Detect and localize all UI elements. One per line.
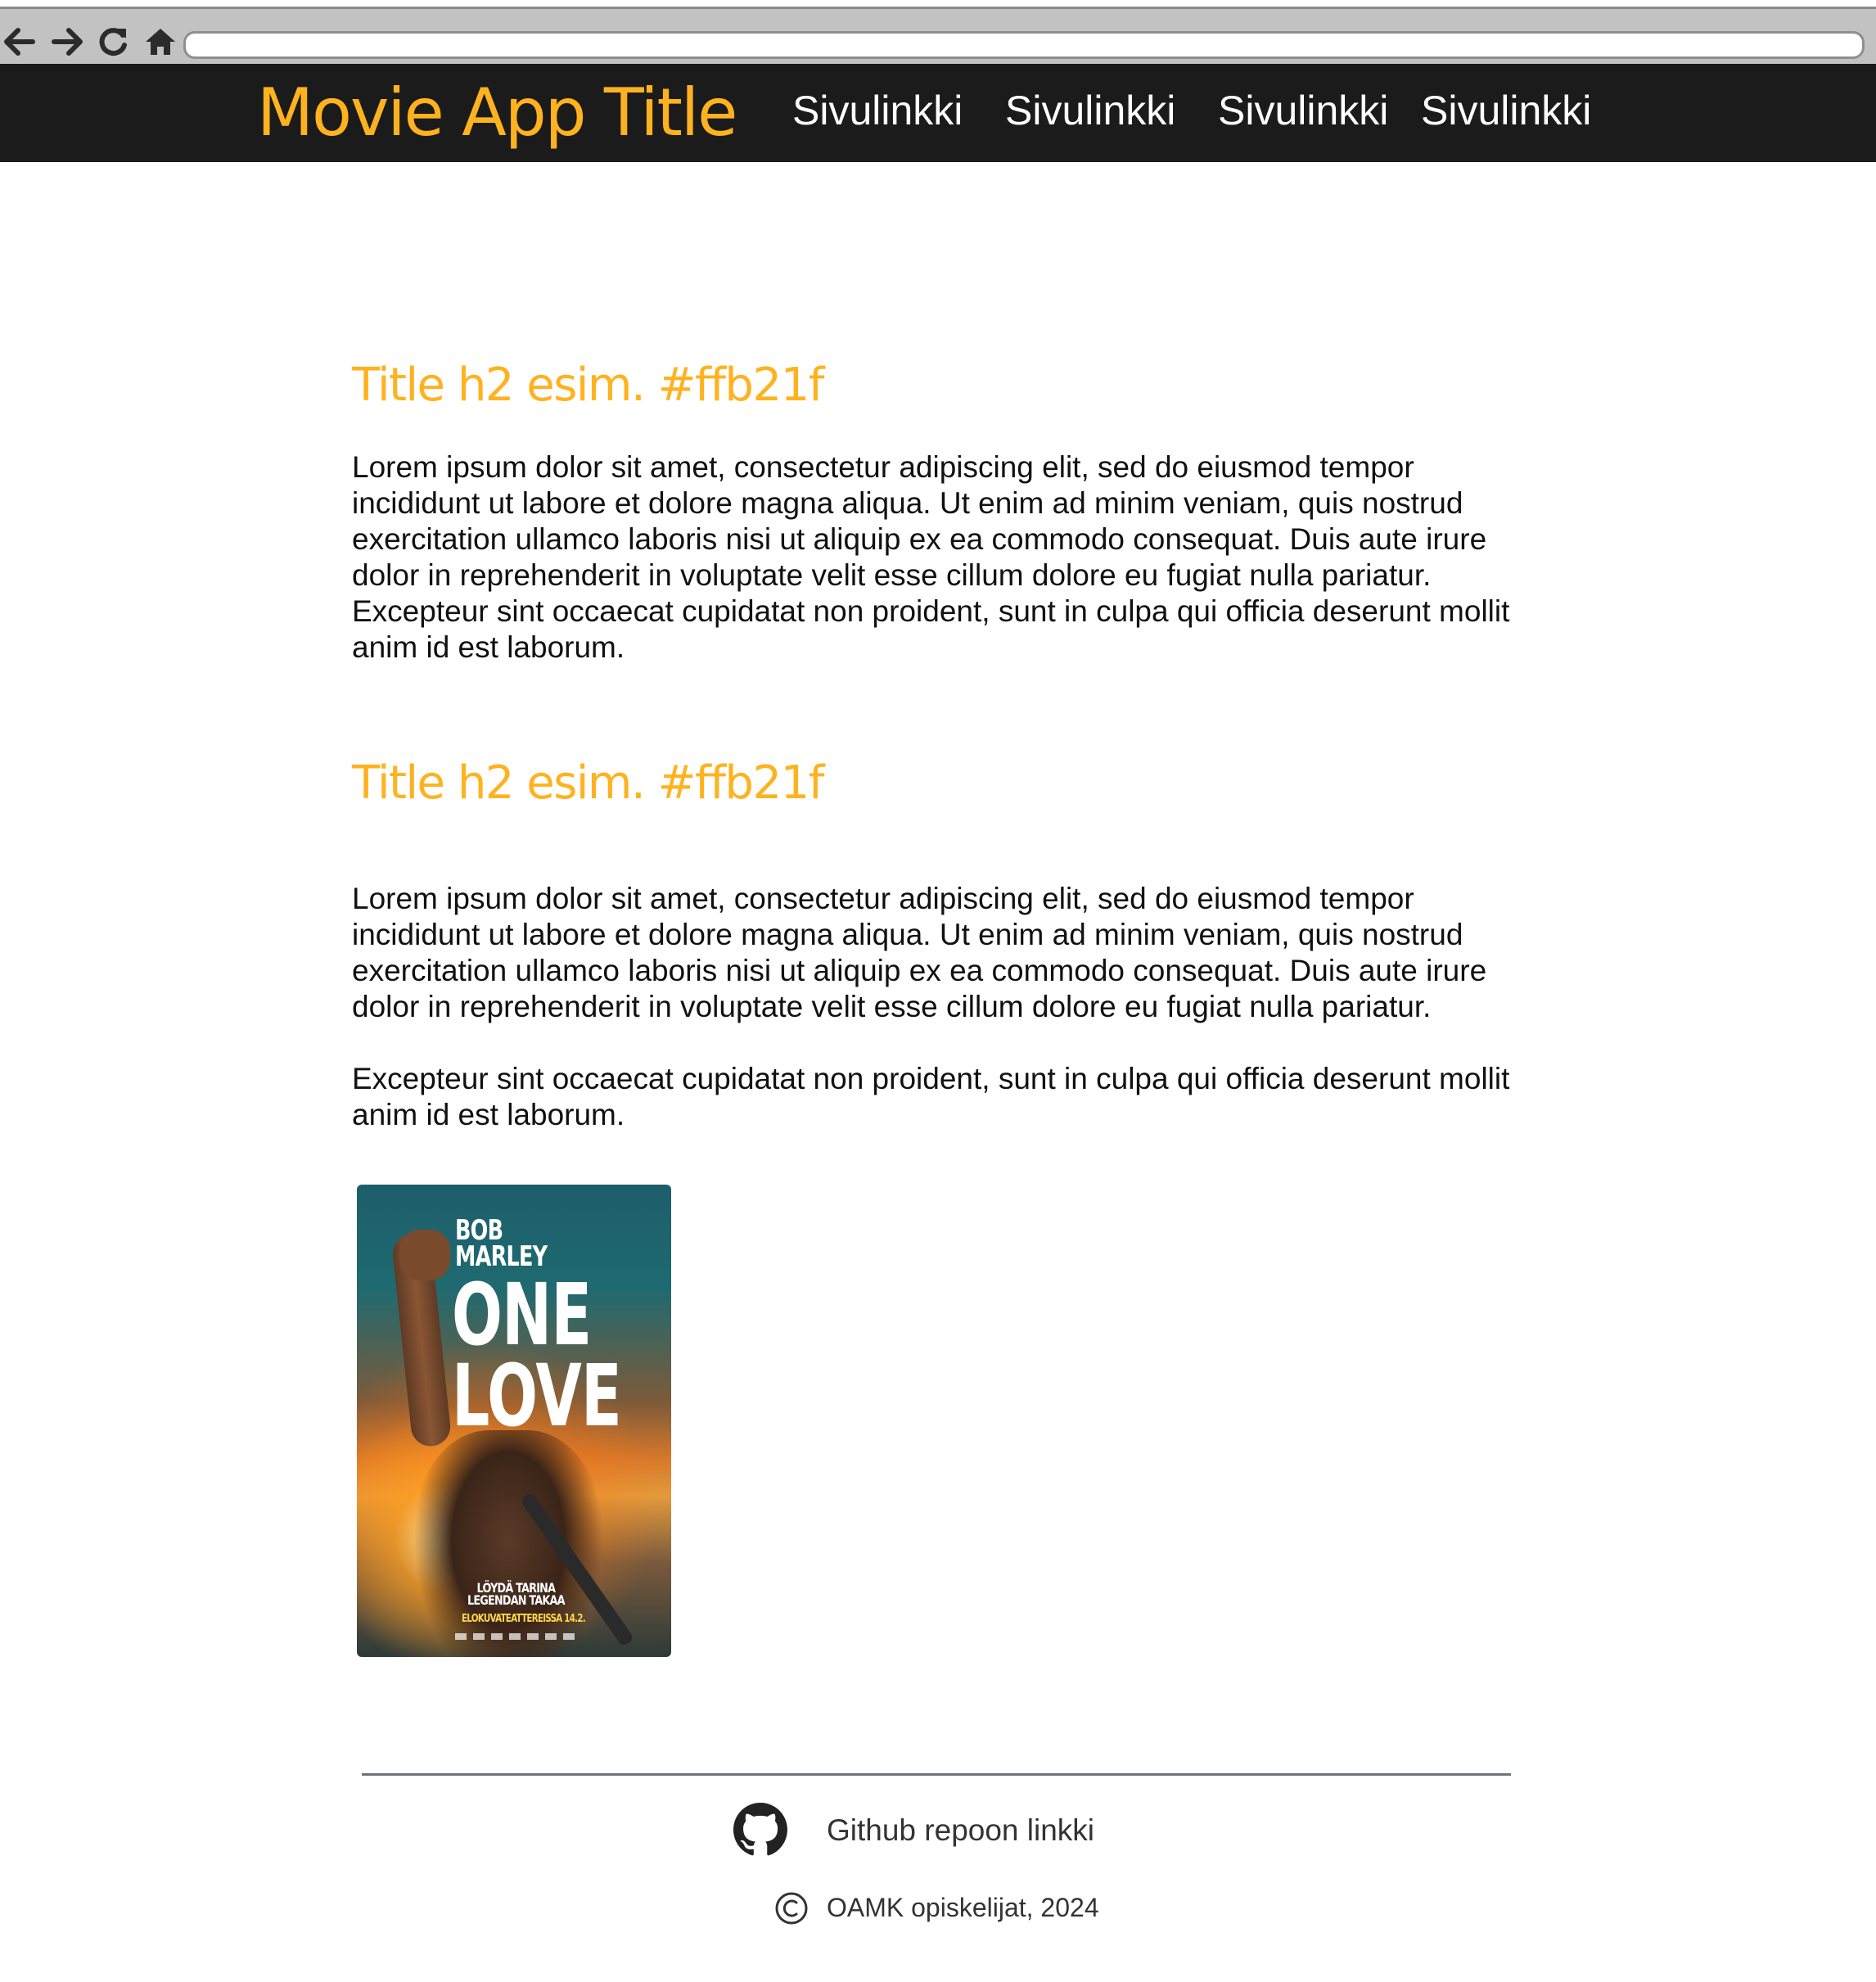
section-paragraph: Lorem ipsum dolor sit amet, consectetur … — [352, 882, 1487, 1023]
movie-poster[interactable]: BOB MARLEY ONE LOVE LÖYDÄ TARINA LEGENDA… — [357, 1185, 671, 1657]
nav-link-4[interactable]: Sivulinkki — [1421, 90, 1591, 131]
app-header: Movie App Title Sivulinkki Sivulinkki Si… — [0, 64, 1876, 162]
home-icon — [146, 29, 175, 55]
nav-link-1[interactable]: Sivulinkki — [792, 90, 963, 131]
forward-button[interactable] — [49, 24, 85, 60]
section-paragraph: Lorem ipsum dolor sit amet, consectetur … — [352, 450, 1510, 664]
poster-name: BOB MARLEY — [455, 1214, 548, 1274]
poster-logos — [455, 1633, 578, 1640]
home-button[interactable] — [142, 24, 178, 60]
copyright-icon — [775, 1892, 808, 1925]
nav-link-2[interactable]: Sivulinkki — [1005, 90, 1175, 131]
arrow-right-icon — [52, 28, 83, 56]
github-icon[interactable] — [733, 1803, 787, 1857]
section-heading: Title h2 esim. #ffb21f — [352, 756, 824, 810]
back-button[interactable] — [2, 24, 38, 60]
arrow-left-icon — [4, 28, 35, 56]
github-repo-link[interactable]: Github repoon linkki — [827, 1815, 1094, 1845]
poster-title: ONE LOVE — [452, 1265, 622, 1446]
address-bar[interactable] — [183, 31, 1865, 59]
nav-link-3[interactable]: Sivulinkki — [1218, 90, 1388, 131]
poster-fist — [399, 1230, 450, 1280]
poster-tagline: LÖYDÄ TARINA LEGENDAN TAKAA — [467, 1580, 566, 1609]
reload-icon — [99, 28, 127, 56]
browser-toolbar — [0, 7, 1876, 64]
section-paragraph: Excepteur sint occaecat cupidatat non pr… — [352, 1062, 1510, 1131]
poster-release: ELOKUVATEATTEREISSA 14.2. — [462, 1613, 586, 1625]
section-heading: Title h2 esim. #ffb21f — [352, 359, 824, 412]
app-title[interactable]: Movie App Title — [257, 80, 737, 146]
reload-button[interactable] — [95, 24, 131, 60]
copyright-text: OAMK opiskelijat, 2024 — [827, 1893, 1099, 1922]
footer-divider — [362, 1773, 1511, 1776]
